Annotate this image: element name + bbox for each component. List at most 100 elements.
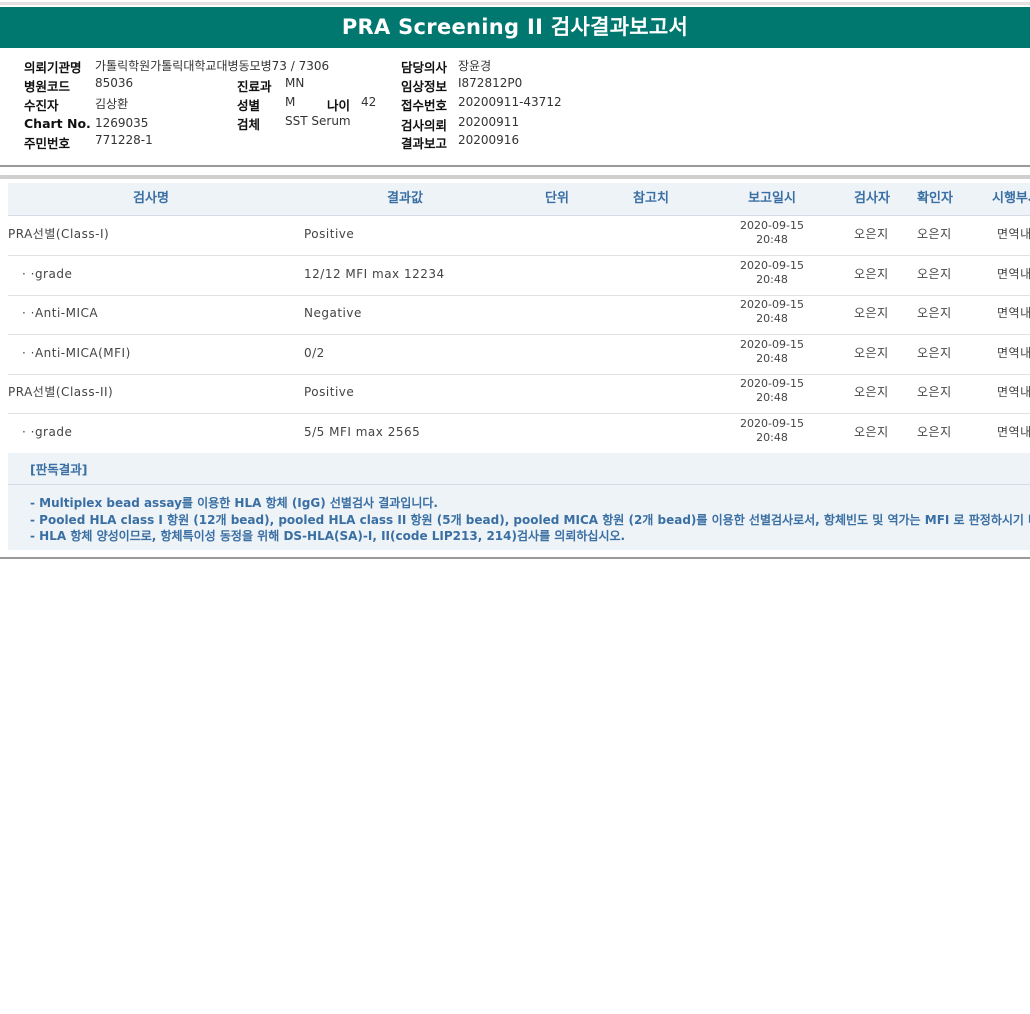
table-row[interactable]: PRA선별(Class-I) Positive 2020-09-15 20:48 … bbox=[8, 216, 1030, 256]
cell-result: 0/2 bbox=[304, 346, 325, 360]
id-no-value: 771228-1 bbox=[95, 133, 153, 147]
institution-label: 의뢰기관명 bbox=[24, 60, 82, 75]
doctor-value: 장윤경 bbox=[458, 59, 492, 73]
table-row[interactable]: PRA선별(Class-II) Positive 2020-09-15 20:48… bbox=[8, 374, 1030, 414]
age-label: 나이 bbox=[327, 98, 351, 113]
cell-result: 12/12 MFI max 12234 bbox=[304, 267, 445, 281]
cell-checker: 오은지 bbox=[917, 425, 952, 439]
cell-checker: 오은지 bbox=[917, 346, 952, 360]
sex-value: M bbox=[285, 95, 296, 109]
cell-department: 면역내 bbox=[997, 306, 1030, 320]
header-checker[interactable]: 확인자 bbox=[905, 183, 965, 215]
report-time: 20:48 bbox=[756, 431, 788, 444]
header-report-date[interactable]: 보고일시 bbox=[727, 183, 817, 215]
cell-test-name: · ·Anti-MICA bbox=[22, 306, 99, 320]
cell-checker: 오은지 bbox=[917, 267, 952, 281]
cell-tester: 오은지 bbox=[854, 306, 889, 320]
report-date: 2020-09-15 bbox=[740, 219, 804, 232]
doctor-label: 담당의사 bbox=[401, 60, 448, 75]
cell-test-name: PRA선별(Class-I) bbox=[8, 227, 110, 241]
cell-report-datetime: 2020-09-15 20:48 bbox=[727, 417, 817, 445]
table-row[interactable]: · ·grade 12/12 MFI max 12234 2020-09-15 2… bbox=[8, 256, 1030, 296]
interpretation-divider bbox=[8, 484, 1030, 485]
id-no-label: 주민번호 bbox=[24, 136, 71, 151]
report-time: 20:48 bbox=[756, 273, 788, 286]
cell-test-name: · ·grade bbox=[22, 425, 73, 439]
bottom-divider bbox=[0, 557, 1030, 559]
department-label: 진료과 bbox=[237, 79, 272, 94]
hospital-code-label: 병원코드 bbox=[24, 79, 71, 94]
specimen-value: SST Serum bbox=[285, 114, 351, 128]
cell-test-name: PRA선별(Class-II) bbox=[8, 385, 114, 399]
cell-tester: 오은지 bbox=[854, 346, 889, 360]
report-date-value: 20200916 bbox=[458, 133, 520, 147]
table-row[interactable]: · ·Anti-MICA(MFI) 0/2 2020-09-15 20:48 오은… bbox=[8, 335, 1030, 375]
report-title: PRA Screening II 검사결과보고서 bbox=[0, 7, 1030, 48]
cell-department: 면역내 bbox=[997, 385, 1030, 399]
report-time: 20:48 bbox=[756, 352, 788, 365]
clinical-info-value: I872812P0 bbox=[458, 76, 523, 90]
interpretation-title: [판독결과] bbox=[30, 462, 88, 477]
cell-report-datetime: 2020-09-15 20:48 bbox=[727, 377, 817, 405]
header-reference[interactable]: 참고치 bbox=[616, 183, 686, 215]
specimen-label: 검체 bbox=[237, 117, 261, 132]
receipt-no-label: 접수번호 bbox=[401, 98, 448, 113]
institution-value: 가톨릭학원가톨릭대학교대병동모병73 / 7306 bbox=[95, 59, 330, 73]
cell-test-name: · ·Anti-MICA(MFI) bbox=[22, 346, 131, 360]
interpretation-panel: [판독결과] - Multiplex bead assay를 이용한 HLA 항… bbox=[8, 453, 1030, 550]
report-time: 20:48 bbox=[756, 312, 788, 325]
cell-result: Negative bbox=[304, 306, 362, 320]
cell-tester: 오은지 bbox=[854, 385, 889, 399]
header-unit[interactable]: 단위 bbox=[527, 183, 587, 215]
patient-info-section: 의뢰기관명 가톨릭학원가톨릭대학교대병동모병73 / 7306 병원코드 850… bbox=[0, 48, 1030, 166]
interpretation-line: - Multiplex bead assay를 이용한 HLA 항체 (IgG)… bbox=[30, 496, 438, 510]
cell-department: 면역내 bbox=[997, 267, 1030, 281]
cell-department: 면역내 bbox=[997, 346, 1030, 360]
chart-no-label: Chart No. bbox=[24, 116, 91, 131]
cell-tester: 오은지 bbox=[854, 267, 889, 281]
cell-checker: 오은지 bbox=[917, 227, 952, 241]
table-row[interactable]: · ·grade 5/5 MFI max 2565 2020-09-15 20:4… bbox=[8, 414, 1030, 454]
header-tester[interactable]: 검사자 bbox=[842, 183, 902, 215]
sex-label: 성별 bbox=[237, 98, 261, 113]
cell-report-datetime: 2020-09-15 20:48 bbox=[727, 219, 817, 247]
report-date: 2020-09-15 bbox=[740, 259, 804, 272]
patient-value: 김상환 bbox=[95, 97, 129, 111]
header-result[interactable]: 결과값 bbox=[322, 183, 488, 215]
interpretation-line: - HLA 항체 양성이므로, 항체특이성 동정을 위해 DS-HLA(SA)-… bbox=[30, 529, 626, 543]
cell-department: 면역내 bbox=[997, 425, 1030, 439]
report-date: 2020-09-15 bbox=[740, 338, 804, 351]
report-time: 20:48 bbox=[756, 233, 788, 246]
cell-tester: 오은지 bbox=[854, 227, 889, 241]
report-date: 2020-09-15 bbox=[740, 377, 804, 390]
header-department[interactable]: 시행부서 bbox=[992, 183, 1030, 215]
request-date-value: 20200911 bbox=[458, 115, 520, 129]
cell-report-datetime: 2020-09-15 20:48 bbox=[727, 338, 817, 366]
clinical-info-label: 임상정보 bbox=[401, 79, 448, 94]
cell-result: Positive bbox=[304, 385, 355, 399]
interpretation-line: - Pooled HLA class I 항원 (12개 bead), pool… bbox=[30, 513, 1030, 527]
cell-report-datetime: 2020-09-15 20:48 bbox=[727, 298, 817, 326]
hospital-code-value: 85036 bbox=[95, 76, 134, 90]
age-value: 42 bbox=[361, 95, 377, 109]
cell-result: 5/5 MFI max 2565 bbox=[304, 425, 421, 439]
report-date-label: 결과보고 bbox=[401, 136, 448, 151]
report-time: 20:48 bbox=[756, 391, 788, 404]
header-test-name[interactable]: 검사명 bbox=[68, 183, 234, 215]
table-header: 검사명 결과값 단위 참고치 보고일시 검사자 확인자 시행부서 bbox=[8, 183, 1030, 216]
cell-department: 면역내 bbox=[997, 227, 1030, 241]
cell-checker: 오은지 bbox=[917, 306, 952, 320]
table-row[interactable]: · ·Anti-MICA Negative 2020-09-15 20:48 오은… bbox=[8, 295, 1030, 335]
receipt-no-value: 20200911-43712 bbox=[458, 95, 562, 109]
department-value: MN bbox=[285, 76, 305, 90]
patient-label: 수진자 bbox=[24, 98, 59, 113]
report-date: 2020-09-15 bbox=[740, 298, 804, 311]
chart-no-value: 1269035 bbox=[95, 116, 149, 130]
cell-result: Positive bbox=[304, 227, 355, 241]
results-table: 검사명 결과값 단위 참고치 보고일시 검사자 확인자 시행부서 PRA선별(C… bbox=[0, 179, 1030, 558]
top-divider bbox=[0, 2, 1030, 5]
section-divider bbox=[0, 165, 1030, 167]
cell-report-datetime: 2020-09-15 20:48 bbox=[727, 259, 817, 287]
request-date-label: 검사의뢰 bbox=[401, 118, 448, 133]
report-date: 2020-09-15 bbox=[740, 417, 804, 430]
